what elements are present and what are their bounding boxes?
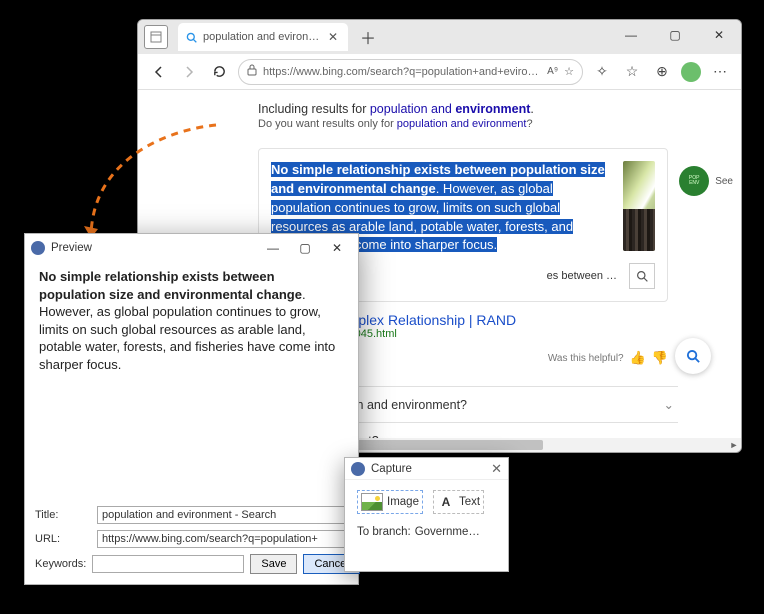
image-icon	[361, 493, 383, 511]
thumbs-up-icon[interactable]: 👍	[630, 350, 646, 366]
capture-titlebar[interactable]: Capture ✕	[345, 458, 508, 480]
preview-title: Preview	[51, 242, 92, 254]
minimize-button[interactable]: —	[609, 20, 653, 50]
preview-window: Preview — ▢ ✕ No simple relationship exi…	[24, 233, 359, 585]
favorites-button[interactable]: ☆	[621, 61, 643, 83]
browser-tab[interactable]: population and evironment - Se ✕	[178, 23, 348, 51]
preview-form: Title: URL: Keywords: Save Cancel	[35, 500, 348, 574]
original-query-link[interactable]: population and evironment	[397, 118, 527, 130]
lock-icon	[247, 64, 257, 79]
close-button[interactable]: ✕	[697, 20, 741, 50]
preview-body-text: No simple relationship exists between po…	[25, 262, 358, 383]
minimize-button[interactable]: —	[258, 238, 288, 258]
maximize-button[interactable]: ▢	[290, 238, 320, 258]
thumbs-down-icon[interactable]: 👎	[652, 350, 668, 366]
spell-original-line: Do you want results only for population …	[258, 118, 741, 130]
app-icon	[31, 241, 45, 255]
to-branch-label: To branch:	[357, 526, 411, 538]
url-label: URL:	[35, 533, 91, 545]
refresh-button[interactable]	[208, 61, 230, 83]
capture-window: Capture ✕ Image A Text To branch: Govern…	[344, 457, 509, 572]
spell-correction-line: Including results for population and env…	[258, 102, 741, 116]
search-icon[interactable]	[629, 263, 655, 289]
floating-search-button[interactable]	[675, 338, 711, 374]
to-branch-value[interactable]: Governme…	[415, 526, 480, 538]
forward-button[interactable]	[178, 61, 200, 83]
back-button[interactable]	[148, 61, 170, 83]
text-icon: A	[437, 493, 455, 511]
bing-icon	[186, 32, 197, 43]
close-button[interactable]: ✕	[322, 238, 352, 258]
capture-title: Capture	[371, 463, 412, 475]
chevron-down-icon: ⌄	[664, 397, 674, 412]
new-tab-button[interactable]: ＋	[356, 25, 380, 49]
url-text: https://www.bing.com/search?q=population…	[263, 66, 541, 78]
keywords-label: Keywords:	[35, 558, 86, 570]
collections-button[interactable]: ✧	[591, 61, 613, 83]
capture-branch-row: To branch: Governme…	[357, 526, 496, 538]
more-button[interactable]: ⋯	[709, 61, 731, 83]
app-icon	[351, 462, 365, 476]
app-menu-button[interactable]	[144, 25, 168, 49]
tab-close-button[interactable]: ✕	[326, 30, 340, 44]
profile-avatar[interactable]	[681, 62, 701, 82]
reading-tool[interactable]: A⁹	[547, 66, 558, 77]
see-label: See	[715, 176, 733, 187]
answer-image[interactable]	[623, 161, 655, 251]
corrected-link[interactable]: population and environment	[370, 102, 531, 116]
save-button[interactable]: Save	[250, 554, 297, 574]
right-sidebar-overlay: POPENV See	[679, 166, 733, 196]
address-bar[interactable]: https://www.bing.com/search?q=population…	[238, 59, 583, 85]
favorite-button[interactable]: ☆	[564, 65, 574, 78]
capture-options: Image A Text	[357, 490, 496, 514]
preview-titlebar[interactable]: Preview — ▢ ✕	[25, 234, 358, 262]
keywords-input[interactable]	[92, 555, 244, 573]
title-input[interactable]	[97, 506, 348, 524]
title-label: Title:	[35, 509, 91, 521]
extensions-button[interactable]: ⊕	[651, 61, 673, 83]
scroll-right-button[interactable]: ►	[727, 438, 741, 452]
capture-image-option[interactable]: Image	[357, 490, 423, 514]
capture-text-option[interactable]: A Text	[433, 490, 484, 514]
topic-badge[interactable]: POPENV	[679, 166, 709, 196]
maximize-button[interactable]: ▢	[653, 20, 697, 50]
tab-title: population and evironment - Se	[203, 31, 320, 43]
browser-toolbar: https://www.bing.com/search?q=population…	[138, 54, 741, 90]
window-controls: — ▢ ✕	[609, 20, 741, 50]
close-button[interactable]: ✕	[491, 461, 502, 477]
url-input[interactable]	[97, 530, 348, 548]
